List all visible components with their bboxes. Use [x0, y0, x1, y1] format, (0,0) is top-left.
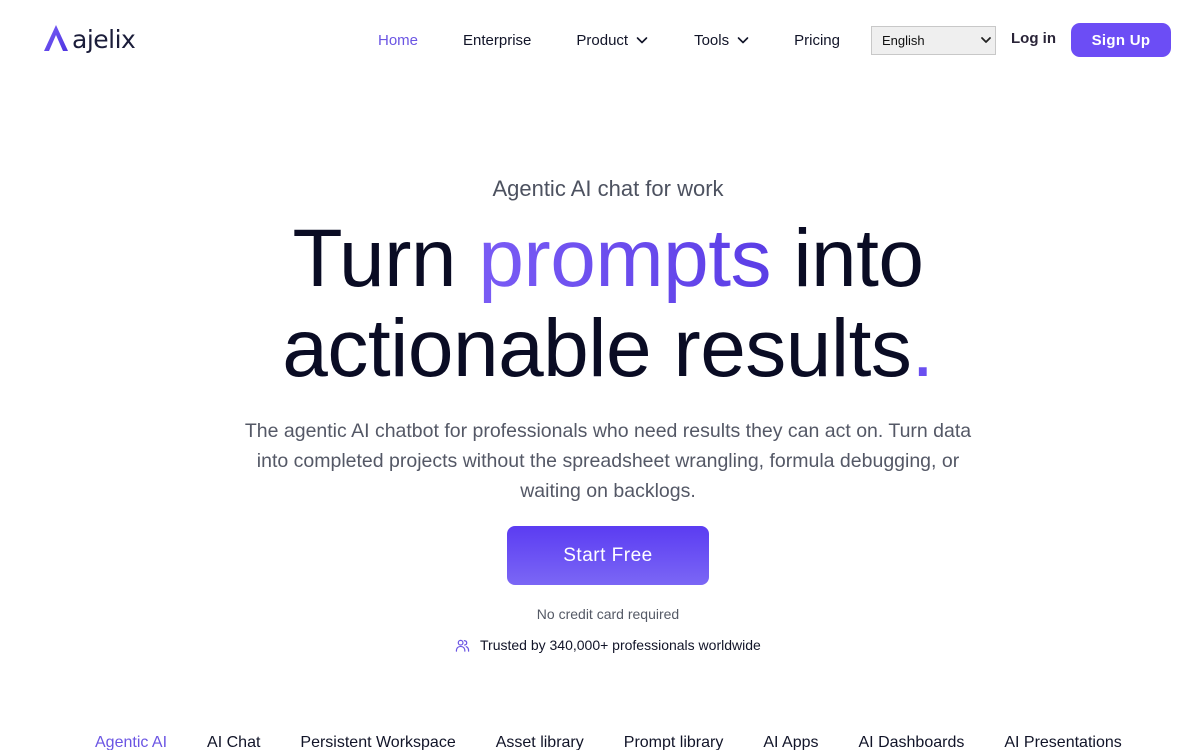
- users-icon: [455, 638, 470, 653]
- main-nav: Home Enterprise Product Tools Pricing: [378, 22, 840, 58]
- headline-dot: .: [911, 303, 934, 394]
- tab-ai-dashboards[interactable]: AI Dashboards: [859, 734, 965, 750]
- tab-asset-library[interactable]: Asset library: [496, 734, 584, 750]
- ajelix-logo-icon: [44, 24, 68, 56]
- logo-text: ajelix: [72, 25, 136, 54]
- headline-highlight: prompts: [478, 213, 772, 304]
- chevron-down-icon: [980, 34, 992, 46]
- login-link[interactable]: Log in: [1011, 30, 1056, 47]
- tab-ai-presentations[interactable]: AI Presentations: [1004, 734, 1121, 750]
- nav-item-label: Home: [378, 31, 419, 49]
- language-select[interactable]: English: [871, 26, 996, 55]
- feature-tabs: Agentic AI AI Chat Persistent Workspace …: [95, 734, 1122, 750]
- nav-item-label: Pricing: [794, 31, 840, 49]
- language-selected-value: English: [882, 33, 925, 48]
- nav-item-label: Tools: [694, 31, 730, 49]
- tab-agentic-ai[interactable]: Agentic AI: [95, 734, 167, 750]
- tab-ai-apps[interactable]: AI Apps: [763, 734, 818, 750]
- hero-eyebrow: Agentic AI chat for work: [492, 176, 724, 201]
- logo[interactable]: ajelix: [44, 24, 136, 56]
- no-credit-card-note: No credit card required: [536, 606, 680, 622]
- tab-prompt-library[interactable]: Prompt library: [624, 734, 724, 750]
- start-free-button[interactable]: Start Free: [507, 526, 709, 585]
- tab-ai-chat[interactable]: AI Chat: [207, 734, 260, 750]
- trusted-line: Trusted by 340,000+ professionals worldw…: [455, 637, 761, 653]
- nav-item-tools[interactable]: Tools: [694, 32, 750, 49]
- nav-item-label: Product: [576, 31, 629, 49]
- nav-item-product[interactable]: Product: [576, 32, 649, 49]
- tab-persistent-workspace[interactable]: Persistent Workspace: [300, 734, 455, 750]
- hero-headline: Turn prompts into actionable results.: [0, 214, 1200, 394]
- nav-item-home[interactable]: Home: [378, 32, 418, 49]
- chevron-down-icon: [635, 33, 649, 47]
- headline-part1: Turn: [292, 213, 479, 304]
- nav-item-label: Enterprise: [463, 31, 532, 49]
- chevron-down-icon: [736, 33, 750, 47]
- trusted-text: Trusted by 340,000+ professionals worldw…: [480, 637, 761, 653]
- site-header: ajelix Home Enterprise Product Tools Pri…: [0, 0, 1200, 80]
- nav-item-pricing[interactable]: Pricing: [794, 32, 840, 49]
- headline-line2: actionable results: [282, 303, 912, 394]
- headline-part2: into: [771, 213, 924, 304]
- signup-button[interactable]: Sign Up: [1071, 23, 1171, 57]
- hero-subtext: The agentic AI chatbot for professionals…: [244, 420, 972, 502]
- nav-item-enterprise[interactable]: Enterprise: [463, 32, 531, 49]
